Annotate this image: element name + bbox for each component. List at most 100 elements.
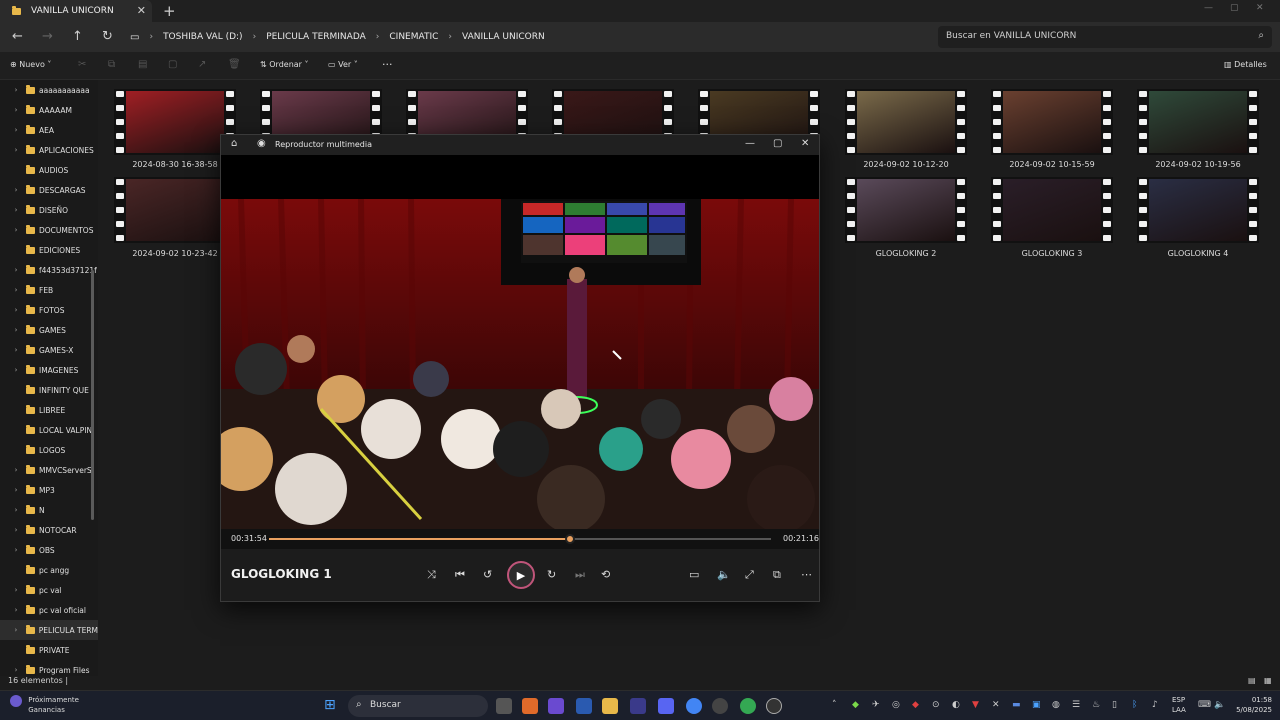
obs-icon[interactable] (712, 698, 728, 714)
seek-handle[interactable] (565, 534, 576, 544)
sidebar-item[interactable]: › N (0, 500, 98, 520)
microphone-icon[interactable]: ♪ (1152, 700, 1158, 710)
breadcrumb[interactable]: ▭ › TOSHIBA VAL (D:) › PELICULA TERMINAD… (130, 27, 930, 47)
crumb-cinematic[interactable]: CINEMATIC (389, 32, 438, 42)
file-name[interactable]: GLOGLOKING 3 (991, 249, 1113, 258)
file-name[interactable]: GLOGLOKING 4 (1137, 249, 1259, 258)
tray-app-icon[interactable]: ▬ (1012, 700, 1021, 710)
back-arrow-icon[interactable]: ← (12, 29, 23, 44)
tray-app-icon[interactable]: ✈ (872, 700, 880, 710)
chevron-right-icon[interactable]: › (10, 306, 22, 314)
tray-app-icon[interactable]: ◍ (1052, 700, 1060, 710)
tray-app-icon[interactable]: ✕ (992, 700, 1000, 710)
chevron-right-icon[interactable]: › (10, 506, 22, 514)
chevron-right-icon[interactable]: › (10, 666, 22, 674)
paste-icon[interactable]: ▤ (138, 59, 147, 70)
tray-app-icon[interactable]: ▼ (972, 700, 979, 710)
maximize-icon[interactable]: ▢ (1230, 3, 1239, 13)
chevron-right-icon[interactable]: › (10, 526, 22, 534)
chevron-right-icon[interactable]: › (10, 626, 22, 634)
video-thumbnail[interactable] (1137, 89, 1259, 155)
search-input[interactable]: Buscar en VANILLA UNICORN ⌕ (938, 26, 1272, 48)
sidebar-item[interactable]: › NOTOCAR (0, 520, 98, 540)
chevron-up-icon[interactable]: ˄ (832, 700, 837, 710)
forward-30-icon[interactable]: ↻ (547, 568, 556, 581)
widgets-button[interactable]: Próximamente Ganancias (10, 695, 79, 715)
tab-vanilla-unicorn[interactable]: VANILLA UNICORN ✕ (0, 0, 152, 22)
bluetooth-icon[interactable]: ᛒ (1132, 700, 1137, 710)
chevron-right-icon[interactable]: › (10, 266, 22, 274)
close-icon[interactable]: ✕ (137, 4, 146, 17)
window-close-icon[interactable]: ✕ (1256, 3, 1264, 13)
chrome-icon[interactable] (686, 698, 702, 714)
video-thumbnail[interactable] (991, 89, 1113, 155)
sidebar-item[interactable]: › AAAAAM (0, 100, 98, 120)
view-button[interactable]: ▭ Ver ˅ (328, 60, 358, 69)
file-name[interactable]: 2024-08-30 16-38-58 (114, 160, 236, 169)
video-thumbnail[interactable] (845, 89, 967, 155)
more-button[interactable]: ··· (382, 58, 393, 71)
sidebar-item[interactable]: INFINITY QUE (0, 380, 98, 400)
tray-app-icon[interactable]: ◆ (912, 700, 919, 710)
chevron-right-icon[interactable]: › (10, 466, 22, 474)
sidebar-item[interactable]: pc angg (0, 560, 98, 580)
file-name[interactable]: 2024-09-02 10-23-42 (114, 249, 236, 258)
chevron-right-icon[interactable]: › (10, 286, 22, 294)
sidebar-item[interactable]: › PELICULA TERM (0, 620, 98, 640)
chevron-right-icon[interactable]: › (10, 486, 22, 494)
minimize-icon[interactable]: — (1204, 3, 1213, 13)
sidebar-item[interactable]: LIBREE (0, 400, 98, 420)
discord-icon[interactable] (658, 698, 674, 714)
sidebar-item[interactable]: › DISEÑO (0, 200, 98, 220)
chevron-right-icon[interactable]: › (10, 366, 22, 374)
nvidia-icon[interactable]: ◆ (852, 700, 859, 710)
sidebar-item[interactable]: › pc val (0, 580, 98, 600)
sidebar-item[interactable]: LOCAL VALPIN (0, 420, 98, 440)
system-clock[interactable]: 01:58 5/08/2025 (1232, 695, 1272, 715)
sidebar-item[interactable]: › GAMES-X (0, 340, 98, 360)
player-close-icon[interactable]: ✕ (801, 138, 809, 149)
video-thumbnail[interactable] (1137, 177, 1259, 243)
more-options-icon[interactable]: ⋯ (801, 568, 812, 581)
sidebar-item[interactable]: › DOCUMENTOS (0, 220, 98, 240)
tray-app-icon[interactable]: ◐ (952, 700, 960, 710)
home-icon[interactable]: ⌂ (231, 138, 237, 149)
sidebar-item[interactable]: LOGOS (0, 440, 98, 460)
next-icon[interactable]: ⏭ (575, 568, 585, 582)
chevron-right-icon[interactable]: › (10, 586, 22, 594)
sidebar-item[interactable]: EDICIONES (0, 240, 98, 260)
sidebar-item[interactable]: › FEB (0, 280, 98, 300)
video-thumbnail[interactable] (845, 177, 967, 243)
subtitles-icon[interactable]: ▭ (689, 568, 699, 581)
video-thumbnail[interactable] (991, 177, 1113, 243)
sidebar-item[interactable]: › FOTOS (0, 300, 98, 320)
network-icon[interactable]: ⌨ (1198, 700, 1211, 710)
details-button[interactable]: ▥ Detalles (1224, 60, 1267, 69)
taskbar-search[interactable]: ⌕ Buscar (348, 695, 488, 717)
player-maximize-icon[interactable]: ▢ (773, 138, 782, 149)
copilot-icon[interactable] (548, 698, 564, 714)
up-arrow-icon[interactable]: ↑ (72, 29, 83, 44)
task-view-icon[interactable] (496, 698, 512, 714)
crumb-vanilla[interactable]: VANILLA UNICORN (462, 32, 545, 42)
delete-icon[interactable]: 🗑 (228, 59, 241, 70)
rewind-10-icon[interactable]: ↺ (483, 568, 492, 581)
chevron-right-icon[interactable]: › (10, 606, 22, 614)
shuffle-icon[interactable]: ⤨ (427, 568, 436, 582)
file-name[interactable]: 2024-09-02 10-12-20 (845, 160, 967, 169)
sidebar-item[interactable]: › pc val oficial (0, 600, 98, 620)
sidebar-item[interactable]: › aaaaaaaaaaa (0, 80, 98, 100)
tray-app-icon[interactable]: ◎ (892, 700, 900, 710)
file-name[interactable]: GLOGLOKING 2 (845, 249, 967, 258)
battery-icon[interactable]: ▯ (1112, 700, 1117, 710)
tray-app-icon[interactable]: ☰ (1072, 700, 1080, 710)
seek-track[interactable] (269, 534, 771, 544)
sidebar-item[interactable]: PRIVATE (0, 640, 98, 660)
store-icon[interactable] (576, 698, 592, 714)
chevron-right-icon[interactable]: › (10, 186, 22, 194)
chevron-right-icon[interactable]: › (10, 106, 22, 114)
repeat-off-icon[interactable]: ⟲ (601, 568, 610, 581)
sidebar-item[interactable]: › GAMES (0, 320, 98, 340)
crumb-pelicula[interactable]: PELICULA TERMINADA (266, 32, 366, 42)
sidebar-item[interactable]: › OBS (0, 540, 98, 560)
